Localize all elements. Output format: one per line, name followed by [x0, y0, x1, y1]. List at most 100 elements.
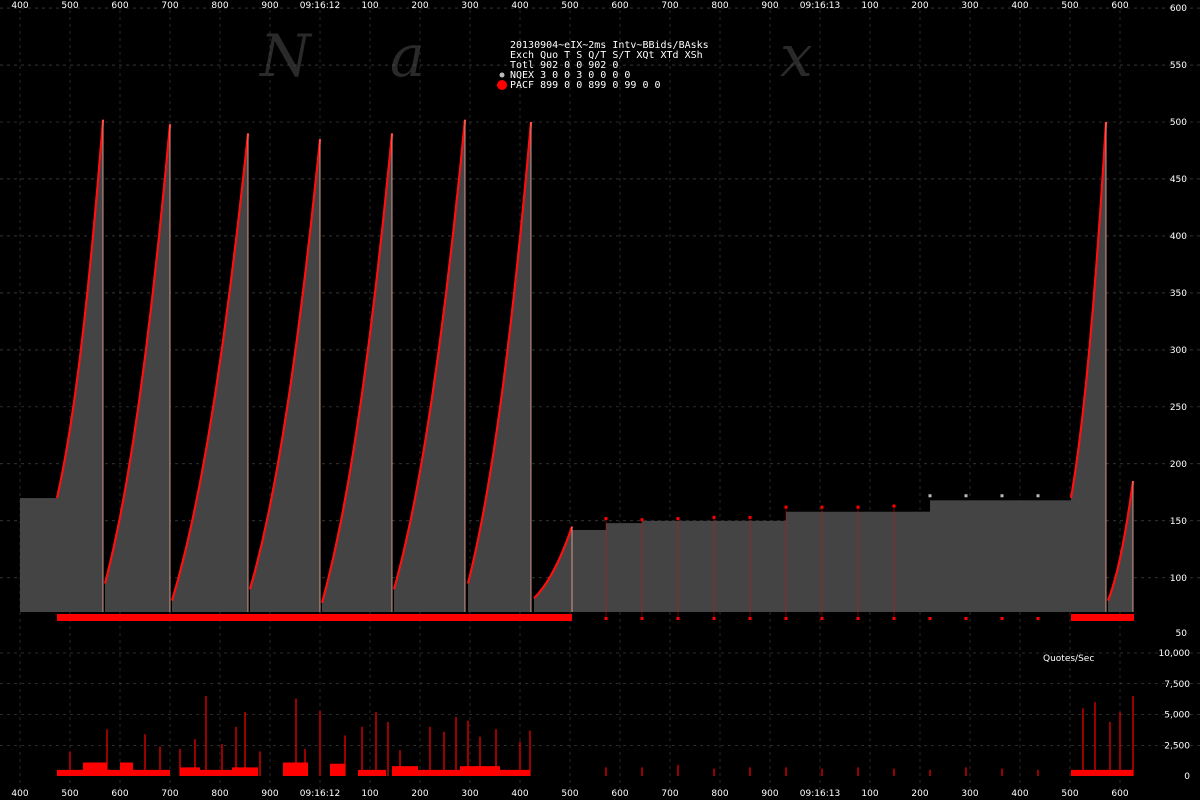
- x-tick-label-top: 600: [111, 1, 128, 11]
- x-tick-label-top: 900: [261, 1, 278, 11]
- pacf-marker: [892, 504, 896, 508]
- pacf-rug-marker: [928, 617, 932, 620]
- pacf-rug-marker: [784, 617, 788, 620]
- rate-base-block: [500, 769, 530, 776]
- x-tick-label-top: 700: [161, 1, 178, 11]
- x-tick-label-bottom: 600: [611, 789, 628, 799]
- x-tick-label-bottom: 500: [1061, 789, 1078, 799]
- x-tick-label-bottom: 700: [661, 789, 678, 799]
- x-tick-label-bottom: 900: [761, 789, 778, 799]
- x-tick-label-top: 700: [661, 1, 678, 11]
- rate-base-block: [120, 762, 133, 776]
- y-tick-label: 350: [1170, 289, 1187, 299]
- rate-base-block: [392, 766, 418, 776]
- pacf-rug-marker: [604, 617, 608, 620]
- nqex-marker: [1000, 494, 1004, 498]
- x-tick-label-top: 400: [1011, 1, 1028, 11]
- y-tick-label: 400: [1170, 232, 1187, 242]
- pacf-rug-marker: [1000, 617, 1004, 620]
- rate-base-block: [83, 762, 107, 776]
- x-tick-label-bottom: 400: [11, 789, 28, 799]
- x-tick-label-bottom: 400: [1011, 789, 1028, 799]
- pacf-marker: [604, 517, 608, 521]
- pacf-marker: [856, 505, 860, 509]
- pacf-marker: [784, 505, 788, 509]
- rate-base-block: [330, 763, 345, 776]
- x-tick-label-bottom: 09:16:13: [800, 789, 840, 799]
- rate-panel-title: Quotes/Sec: [1043, 654, 1094, 664]
- legend-row-pacf: PACF 899 0 0 899 0 99 0 0: [510, 80, 661, 91]
- x-tick-label-bottom: 800: [711, 789, 728, 799]
- pacf-rug-marker: [748, 617, 752, 620]
- pacf-marker: [748, 515, 752, 519]
- x-tick-label-bottom: 09:16:12: [300, 789, 340, 799]
- x-tick-label-top: 100: [361, 1, 378, 11]
- rate-y-tick-label: 10,000: [1159, 649, 1191, 659]
- legend-marker-nqex: [499, 72, 505, 78]
- rate-y-tick-label: 7,500: [1164, 680, 1190, 690]
- y-tick-label: 450: [1170, 175, 1187, 185]
- x-tick-label-top: 200: [411, 1, 428, 11]
- x-tick-label-top: 100: [861, 1, 878, 11]
- x-tick-label-top: 200: [911, 1, 928, 11]
- x-tick-label-top: 500: [1061, 1, 1078, 11]
- x-tick-label-bottom: 100: [861, 789, 878, 799]
- step-fill: [572, 529, 606, 612]
- pacf-rug-marker: [964, 617, 968, 620]
- x-tick-label-top: 300: [961, 1, 978, 11]
- trade-rug-band: [1071, 614, 1134, 621]
- y-tick-label: 100: [1170, 574, 1187, 584]
- x-tick-label-top: 09:16:12: [300, 1, 340, 11]
- nanex-quote-chart: N a x 50 100 150 200 250 300 350 400 450 500 550 60…: [0, 0, 1200, 800]
- rate-base-block: [418, 769, 460, 776]
- x-tick-label-bottom: 500: [61, 789, 78, 799]
- step-fill: [606, 523, 642, 612]
- watermark-letter: N: [258, 22, 313, 90]
- x-tick-label-bottom: 800: [211, 789, 228, 799]
- nqex-marker: [1036, 494, 1040, 498]
- rate-y-tick-label: 5,000: [1164, 711, 1190, 721]
- y-tick-label: 600: [1170, 4, 1187, 14]
- nqex-marker: [964, 494, 968, 498]
- x-tick-label-bottom: 200: [911, 789, 928, 799]
- pacf-rug-marker: [820, 617, 824, 620]
- rate-y-tick-label: 0: [1184, 772, 1190, 782]
- rate-base-block: [107, 769, 120, 776]
- pacf-rug-marker: [640, 617, 644, 620]
- rate-base-block: [180, 767, 200, 776]
- pacf-marker: [820, 505, 824, 509]
- y-tick-label: 550: [1170, 61, 1187, 71]
- nqex-marker: [928, 494, 932, 498]
- x-tick-label-top: 300: [461, 1, 478, 11]
- x-tick-label-top: 600: [1111, 1, 1128, 11]
- x-tick-label-bottom: 600: [111, 789, 128, 799]
- y-tick-label: 150: [1170, 517, 1187, 527]
- pacf-marker: [676, 517, 680, 521]
- chart-background: [0, 0, 1200, 800]
- x-tick-label-top: 900: [761, 1, 778, 11]
- step-fill: [930, 500, 1071, 612]
- x-tick-label-bottom: 100: [361, 789, 378, 799]
- pacf-marker: [712, 515, 716, 519]
- x-tick-label-top: 600: [611, 1, 628, 11]
- x-tick-label-bottom: 200: [411, 789, 428, 799]
- x-tick-label-bottom: 300: [961, 789, 978, 799]
- legend-marker-pacf: [497, 80, 507, 90]
- x-tick-label-top: 500: [561, 1, 578, 11]
- x-tick-label-top: 09:16:13: [800, 1, 840, 11]
- x-tick-label-bottom: 300: [461, 789, 478, 799]
- rate-base-block: [200, 769, 232, 776]
- x-tick-label-bottom: 400: [511, 789, 528, 799]
- watermark-letter: a: [390, 22, 425, 90]
- pacf-rug-marker: [892, 617, 896, 620]
- y-tick-label: 50: [1176, 629, 1188, 639]
- step-fill: [20, 498, 57, 612]
- rate-y-tick-label: 2,500: [1164, 741, 1190, 751]
- pacf-rug-marker: [1036, 617, 1040, 620]
- rate-base-block: [133, 769, 170, 776]
- x-tick-label-top: 800: [211, 1, 228, 11]
- x-tick-label-top: 500: [61, 1, 78, 11]
- y-tick-label: 250: [1170, 403, 1187, 413]
- x-tick-label-bottom: 600: [1111, 789, 1128, 799]
- x-tick-label-bottom: 700: [161, 789, 178, 799]
